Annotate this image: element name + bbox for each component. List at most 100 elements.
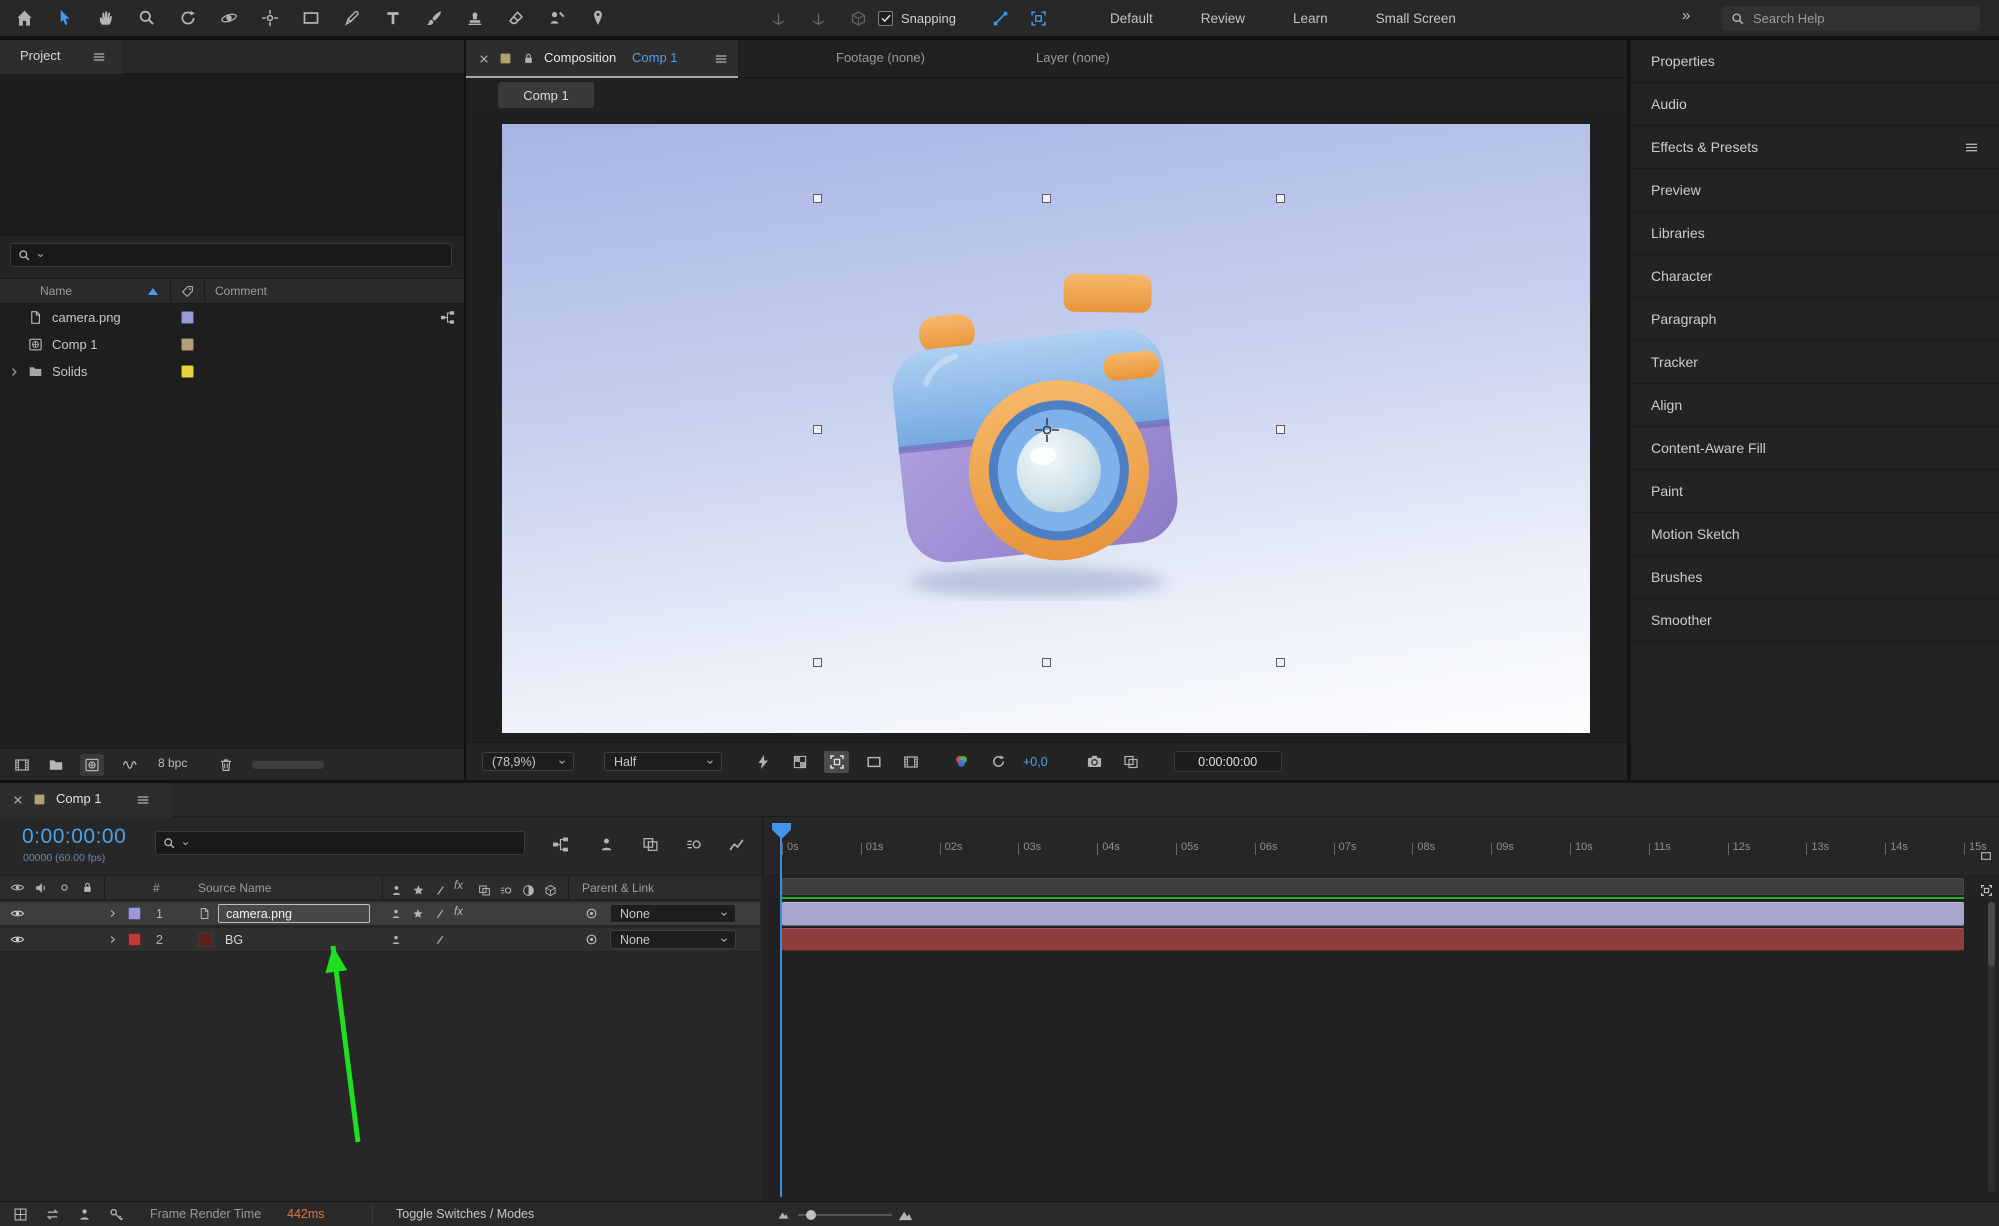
- region-of-interest-icon[interactable]: [861, 751, 886, 773]
- panel-tab[interactable]: Content-Aware Fill: [1631, 427, 1999, 470]
- panel-tab[interactable]: Align: [1631, 384, 1999, 427]
- switch-shy-icon[interactable]: [386, 877, 406, 903]
- parent-dropdown[interactable]: None: [610, 904, 736, 923]
- layer-collapse-icon[interactable]: [408, 902, 428, 926]
- panel-tab[interactable]: Tracker: [1631, 341, 1999, 384]
- label-color-chip[interactable]: [181, 338, 194, 351]
- switch-3d-icon[interactable]: [540, 877, 560, 903]
- switch-collapse-icon[interactable]: [408, 877, 428, 903]
- source-name-column[interactable]: Source Name: [198, 881, 271, 895]
- usage-flowchart-icon[interactable]: [440, 310, 455, 325]
- magnification-dropdown[interactable]: (78,9%): [482, 752, 574, 771]
- interpret-footage-icon[interactable]: [14, 757, 30, 773]
- mini-flowchart-icon[interactable]: [548, 831, 572, 857]
- pen-tool-icon[interactable]: [340, 5, 364, 31]
- axis-local-icon[interactable]: [766, 5, 790, 31]
- label-color-chip[interactable]: [181, 365, 194, 378]
- viewer-timecode[interactable]: 0:00:00:00: [1174, 751, 1282, 772]
- layer-quality-icon[interactable]: [430, 902, 450, 926]
- project-panel-menu-icon[interactable]: [92, 50, 106, 64]
- toggle-switches-modes-button[interactable]: Toggle Switches / Modes: [396, 1207, 534, 1221]
- name-column-header[interactable]: Name: [40, 284, 72, 298]
- layer-eye-icon[interactable]: [10, 906, 25, 921]
- playhead-line[interactable]: [780, 837, 782, 1197]
- parent-pickwhip-icon[interactable]: [584, 932, 599, 947]
- show-snapshot-icon[interactable]: [1119, 751, 1144, 773]
- layer-eye-icon[interactable]: [10, 932, 25, 947]
- help-search-input[interactable]: Search Help: [1722, 6, 1980, 31]
- graph-editor-icon[interactable]: [724, 831, 748, 857]
- resolution-dropdown[interactable]: Half: [604, 752, 722, 771]
- pan-behind-tool-icon[interactable]: [258, 5, 282, 31]
- layer-duration-bar[interactable]: [782, 928, 1964, 951]
- layer-expand-chevron-icon[interactable]: [107, 908, 118, 919]
- snap-box-icon[interactable]: [1026, 5, 1050, 31]
- layer-expand-chevron-icon[interactable]: [107, 934, 118, 945]
- roto-brush-tool-icon[interactable]: [545, 5, 569, 31]
- puppet-pin-tool-icon[interactable]: [586, 5, 610, 31]
- audio-column-speaker-icon[interactable]: [34, 881, 48, 895]
- project-item-row[interactable]: camera.png: [0, 304, 464, 331]
- panel-tab[interactable]: Effects & Presets: [1631, 126, 1999, 169]
- selection-handle[interactable]: [813, 425, 822, 434]
- panel-tab[interactable]: Audio: [1631, 83, 1999, 126]
- selection-handle[interactable]: [1276, 658, 1285, 667]
- viewer-active-tab[interactable]: Composition Comp 1: [466, 40, 738, 78]
- show-channel-icon[interactable]: [949, 751, 974, 773]
- timeline-timecode[interactable]: 0:00:00:00: [22, 825, 126, 849]
- reset-exposure-icon[interactable]: [986, 751, 1011, 773]
- timeline-zoom-slider-handle[interactable]: [806, 1210, 816, 1220]
- parent-pickwhip-icon[interactable]: [584, 906, 599, 921]
- layer-row[interactable]: 2 BG None: [0, 928, 760, 952]
- solo-column-icon[interactable]: [58, 881, 71, 894]
- layer-quality-icon[interactable]: [430, 928, 450, 952]
- switch-quality-icon[interactable]: [430, 877, 450, 903]
- panel-tab[interactable]: Paint: [1631, 470, 1999, 513]
- rectangle-tool-icon[interactable]: [299, 5, 323, 31]
- project-waveform-icon[interactable]: [122, 757, 138, 773]
- frame-blending-icon[interactable]: [638, 831, 662, 857]
- layer-shy-icon[interactable]: [386, 902, 406, 926]
- home-icon[interactable]: [12, 5, 36, 31]
- pan-view-icon[interactable]: [1974, 877, 1998, 903]
- rotate-tool-icon[interactable]: [176, 5, 200, 31]
- panel-tab[interactable]: Libraries: [1631, 212, 1999, 255]
- sort-ascending-icon[interactable]: [148, 288, 158, 295]
- footer-swap-icon[interactable]: [40, 1202, 64, 1226]
- layer-tab[interactable]: Layer (none): [1036, 50, 1110, 65]
- snapping-checkbox[interactable]: Snapping: [878, 0, 956, 36]
- selection-handle[interactable]: [813, 194, 822, 203]
- panel-tab[interactable]: Smoother: [1631, 599, 1999, 642]
- selection-handle[interactable]: [813, 658, 822, 667]
- motion-blur-icon[interactable]: [682, 831, 706, 857]
- layer-shy-icon[interactable]: [386, 928, 406, 952]
- workspace-tab[interactable]: Review: [1201, 11, 1245, 26]
- bit-depth-button[interactable]: 8 bpc: [158, 756, 187, 770]
- axis-view-icon[interactable]: [846, 5, 870, 31]
- new-folder-icon[interactable]: [48, 757, 64, 773]
- hand-tool-icon[interactable]: [94, 5, 118, 31]
- zoom-in-mountain-icon[interactable]: [898, 1207, 913, 1222]
- selection-handle[interactable]: [1042, 658, 1051, 667]
- zoom-tool-icon[interactable]: [135, 5, 159, 31]
- orbit-tool-icon[interactable]: [217, 5, 241, 31]
- brush-tool-icon[interactable]: [422, 5, 446, 31]
- mask-visibility-icon[interactable]: [824, 751, 849, 773]
- panel-tab[interactable]: Character: [1631, 255, 1999, 298]
- layer-name[interactable]: camera.png: [218, 904, 370, 923]
- workspace-tab[interactable]: Small Screen: [1376, 11, 1456, 26]
- selection-tool-icon[interactable]: [53, 5, 77, 31]
- switch-adjustment-icon[interactable]: [518, 877, 538, 903]
- eraser-tool-icon[interactable]: [504, 5, 528, 31]
- pixel-aspect-icon[interactable]: [898, 751, 923, 773]
- video-column-eye-icon[interactable]: [10, 880, 25, 895]
- switch-frame-blend-icon[interactable]: [474, 877, 494, 903]
- close-icon[interactable]: [12, 794, 24, 806]
- panel-tab[interactable]: Motion Sketch: [1631, 513, 1999, 556]
- project-search-input[interactable]: [10, 243, 452, 267]
- comment-column-header[interactable]: Comment: [215, 284, 267, 298]
- layer-label-chip[interactable]: [128, 907, 141, 920]
- timeline-menu-icon[interactable]: [136, 793, 150, 807]
- workspace-tab[interactable]: Learn: [1293, 11, 1328, 26]
- parent-dropdown[interactable]: None: [610, 930, 736, 949]
